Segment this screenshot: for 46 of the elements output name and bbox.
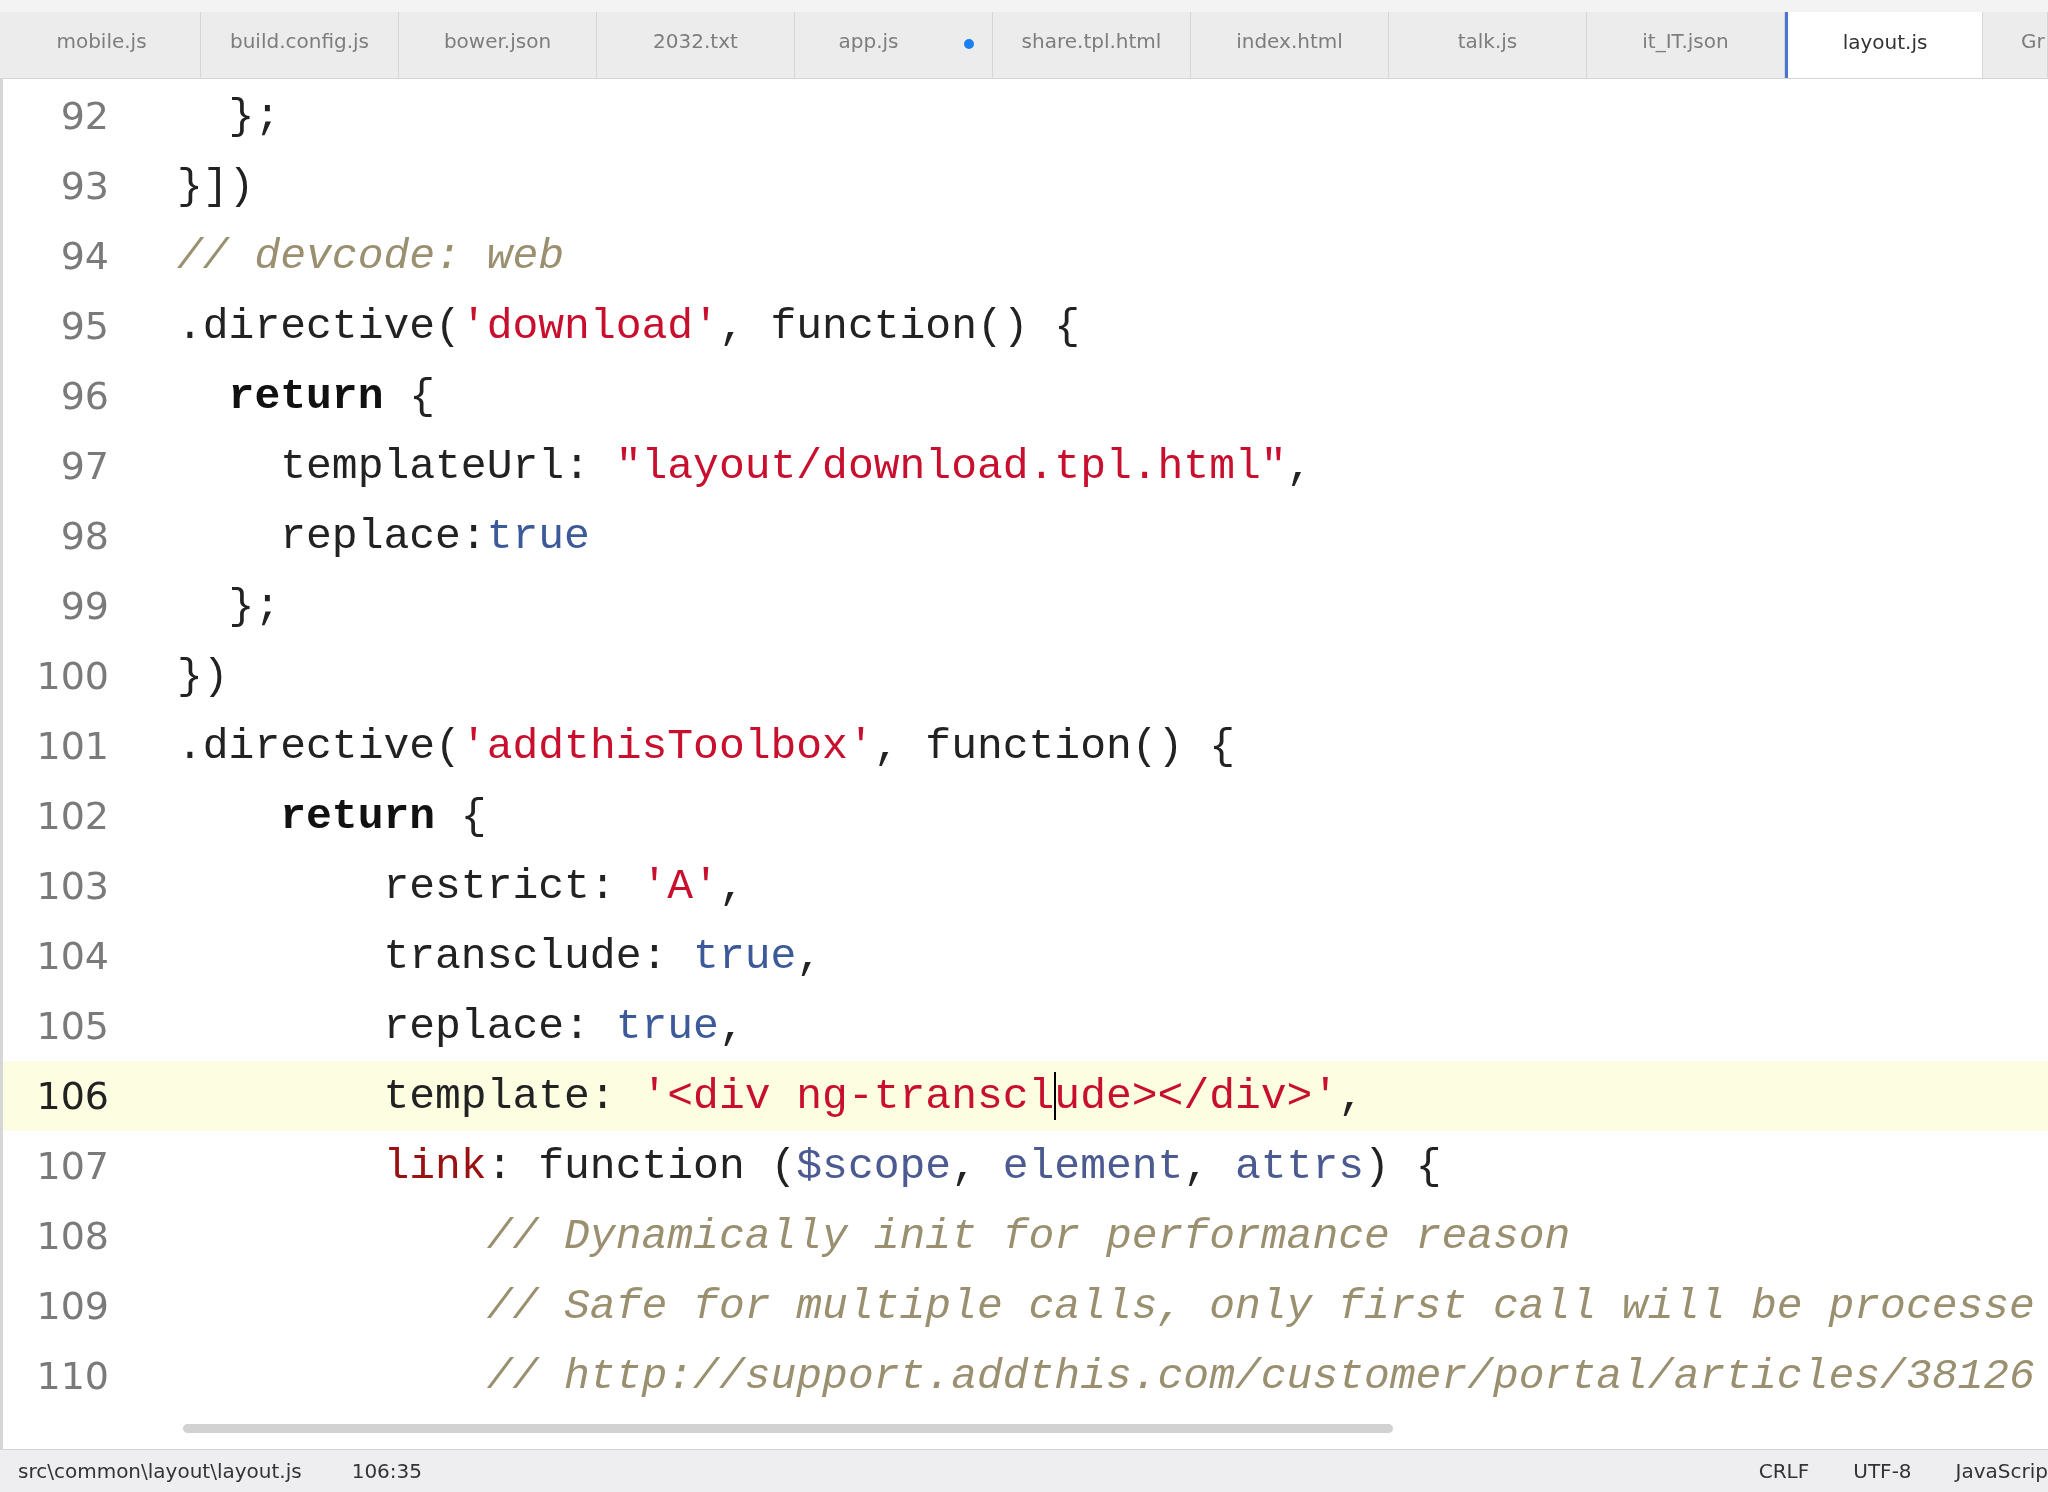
line-number: 96	[59, 374, 109, 418]
line-number: 109	[35, 1284, 109, 1328]
code-line: // http://support.addthis.com/customer/portal/articles/38126	[485, 1351, 2035, 1401]
line-number: 105	[35, 1004, 109, 1048]
code-line: };	[227, 581, 281, 631]
code-line: link: function ($scope, element, attrs) {	[382, 1141, 1442, 1191]
code-line: };	[227, 91, 281, 141]
line-number: 106	[35, 1074, 109, 1118]
code-line: // devcode: web	[177, 231, 565, 281]
line-ending[interactable]: CRLF	[1758, 1459, 1810, 1483]
code-line: replace:true	[279, 511, 590, 561]
encoding[interactable]: UTF-8	[1853, 1459, 1912, 1483]
code-line: transclude: true,	[382, 931, 823, 981]
line-number: 104	[35, 934, 109, 978]
code-line: .directive('download', function() {	[177, 301, 1081, 351]
code-line: })	[177, 651, 229, 701]
code-line: return {	[279, 791, 487, 841]
code-line: // Safe for multiple calls, only first call will be processe	[485, 1281, 2035, 1331]
line-number: 95	[59, 304, 109, 348]
line-number: 99	[59, 584, 109, 628]
line-number: 98	[59, 514, 109, 558]
code-line: .directive('addthisToolbox', function() {	[177, 721, 1235, 771]
line-number: 97	[59, 444, 109, 488]
code-line: return {	[227, 371, 436, 421]
code-line: // Dynamically init for performance reason	[485, 1211, 1571, 1261]
code-line: }])	[177, 161, 255, 211]
line-number: 92	[59, 94, 109, 138]
unsaved-dot-icon	[964, 39, 974, 49]
line-number: 110	[35, 1354, 109, 1398]
code-line: replace: true,	[382, 1001, 745, 1051]
line-number: 103	[35, 864, 109, 908]
code-line: templateUrl: "layout/download.tpl.html",	[279, 441, 1313, 491]
file-path: src\common\layout\layout.js	[18, 1459, 302, 1483]
line-number: 93	[59, 164, 109, 208]
line-number: 101	[35, 724, 109, 768]
line-number: 108	[35, 1214, 109, 1258]
line-number: 100	[35, 654, 109, 698]
line-number: 94	[59, 234, 109, 278]
line-number: 102	[35, 794, 109, 838]
code-line: template: '<div ng-transclude></div>',	[382, 1071, 1365, 1121]
code-line: restrict: 'A',	[382, 861, 745, 911]
file-tab[interactable]: layout.js	[1785, 12, 1983, 78]
scrollbar-thumb[interactable]	[183, 1424, 1393, 1433]
line-number: 107	[35, 1144, 109, 1188]
language-mode[interactable]: JavaScrip	[1955, 1459, 2048, 1483]
cursor-position[interactable]: 106:35	[351, 1459, 423, 1483]
